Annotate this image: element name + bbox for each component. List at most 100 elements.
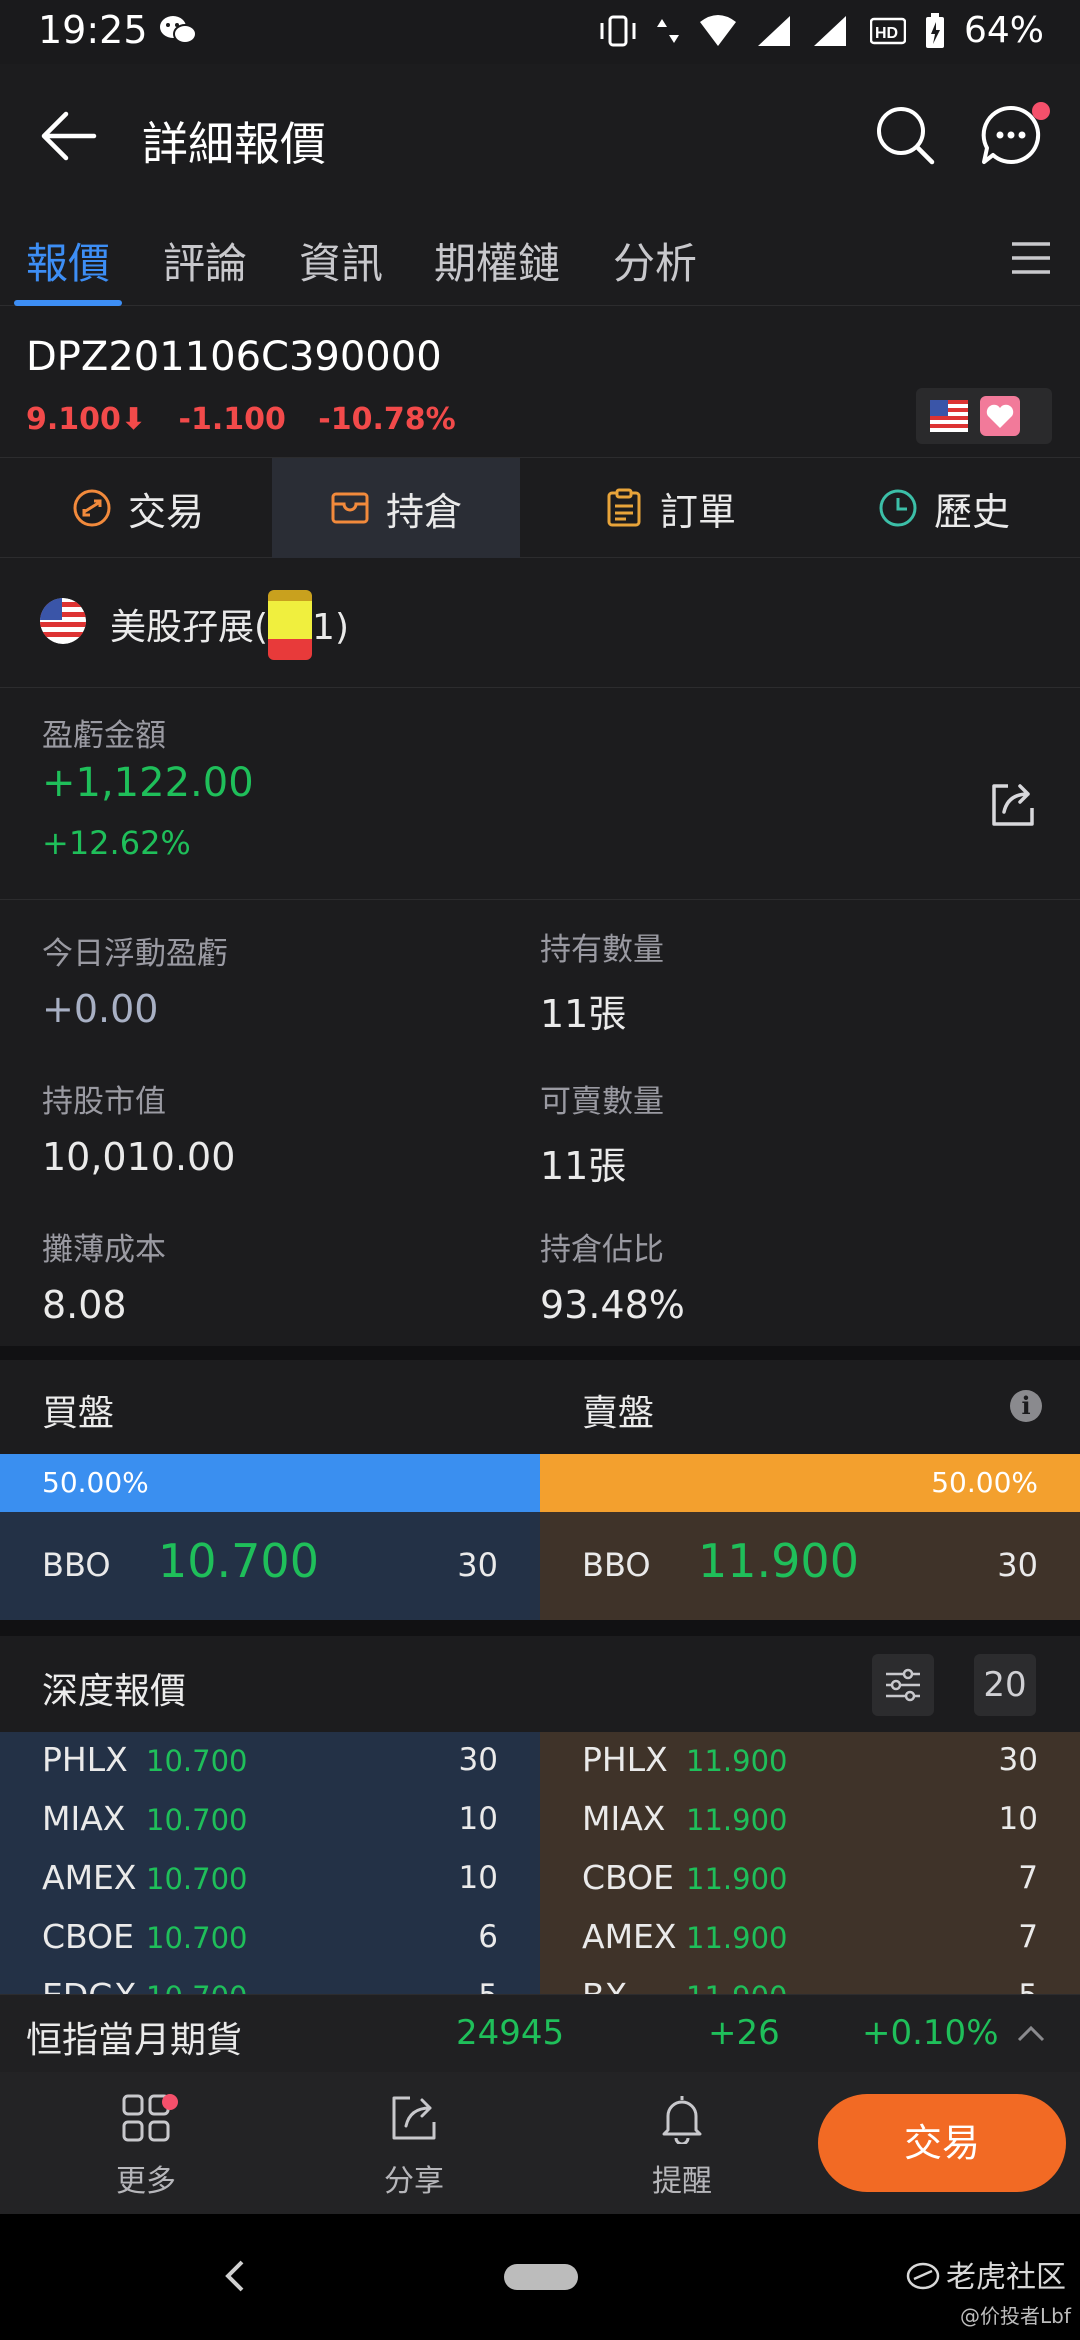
menu-icon[interactable] bbox=[1010, 238, 1052, 278]
clock-icon bbox=[879, 489, 917, 527]
depth-ask-row: PHLX 11.900 30 bbox=[540, 1732, 1080, 1791]
depth-size: 6 bbox=[478, 1919, 498, 1955]
watermark-user: @价投者Lbf bbox=[960, 2304, 1071, 2328]
depth-ask-row: BX 11.900 5 bbox=[540, 1968, 1080, 1994]
bbo-ask-size: 30 bbox=[997, 1546, 1038, 1584]
depth-bid-row: CBOE 10.700 6 bbox=[0, 1909, 540, 1968]
depth-bid-row: EDGX 10.700 5 bbox=[0, 1968, 540, 1994]
index-ticker[interactable]: 恒指當月期貨 24945 +26 +0.10% bbox=[0, 1994, 1080, 2072]
stat-label: 持股市值 bbox=[42, 1084, 166, 1120]
more-label: 更多 bbox=[116, 2164, 176, 2199]
info-icon[interactable]: i bbox=[1010, 1390, 1042, 1422]
stat-label: 今日浮動盈虧 bbox=[42, 936, 228, 972]
tiger-logo-icon bbox=[906, 2262, 940, 2290]
depth-size: 10 bbox=[458, 1860, 498, 1896]
position-stats: 今日浮動盈虧 +0.00 持有數量 11張 持股市值 10,010.00 可賣數… bbox=[0, 900, 1080, 1346]
price-row: 9.100⬇ -1.100 -10.78% bbox=[26, 402, 478, 437]
depth-size: 5 bbox=[1018, 1978, 1038, 1994]
us-flag-icon bbox=[930, 400, 968, 432]
stat-value: 93.48% bbox=[540, 1283, 685, 1327]
tab-comments[interactable]: 評論 bbox=[163, 230, 247, 291]
depth-price: 11.900 bbox=[686, 1803, 788, 1837]
depth-price: 10.700 bbox=[146, 1921, 248, 1955]
action-bar: 交易 持倉 訂單 歷史 bbox=[0, 458, 1080, 558]
stat-label: 持有數量 bbox=[540, 932, 664, 968]
last-price: 9.100 bbox=[26, 402, 121, 437]
depth-size: 7 bbox=[1018, 1919, 1038, 1955]
account-name-prefix: 美股孖展( bbox=[110, 607, 269, 648]
depth-filter-button[interactable] bbox=[872, 1654, 934, 1716]
bbo-bid-size: 30 bbox=[457, 1546, 498, 1584]
depth-bid-row: PHLX 10.700 30 bbox=[0, 1732, 540, 1791]
pnl-percent: +12.62% bbox=[42, 824, 191, 862]
stat-cost: 攤薄成本 8.08 bbox=[42, 1224, 166, 1327]
price-change-pct: -10.78% bbox=[318, 402, 456, 437]
ask-label: 賣盤 bbox=[582, 1393, 655, 1434]
position-action[interactable]: 持倉 bbox=[272, 458, 520, 558]
search-icon[interactable] bbox=[874, 104, 936, 166]
share-icon[interactable] bbox=[988, 780, 1036, 828]
tab-analysis[interactable]: 分析 bbox=[613, 230, 697, 291]
trade-button[interactable]: 交易 bbox=[818, 2094, 1066, 2192]
wifi-icon bbox=[699, 14, 736, 46]
trade-action-label: 交易 bbox=[128, 489, 205, 534]
orders-icon bbox=[607, 488, 641, 527]
pnl-section: 盈虧金額 +1,122.00 +12.62% bbox=[0, 688, 1080, 900]
stat-label: 攤薄成本 bbox=[42, 1232, 166, 1268]
tab-quote[interactable]: 報價 bbox=[26, 230, 110, 291]
home-pill[interactable] bbox=[504, 2264, 578, 2290]
depth-size: 7 bbox=[1018, 1860, 1038, 1896]
depth-exchange: AMEX bbox=[42, 1858, 137, 1897]
stat-ratio: 持倉佔比 93.48% bbox=[540, 1224, 685, 1327]
depth-size: 30 bbox=[998, 1742, 1038, 1778]
depth-exchange: BX bbox=[582, 1976, 627, 1994]
notification-dot bbox=[162, 2094, 178, 2110]
history-action[interactable]: 歷史 bbox=[878, 458, 1010, 558]
share-button[interactable]: 分享 bbox=[354, 2092, 474, 2200]
bbo-bid: BBO 10.700 30 bbox=[0, 1512, 540, 1620]
status-time: 19:25 bbox=[38, 8, 148, 52]
share-icon bbox=[392, 2096, 436, 2140]
tab-news[interactable]: 資訊 bbox=[299, 230, 383, 291]
stat-value: 11張 bbox=[540, 992, 627, 1036]
trade-icon bbox=[73, 489, 111, 527]
bbo-ask: BBO 11.900 30 bbox=[540, 1512, 1080, 1620]
depth-size: 10 bbox=[998, 1801, 1038, 1837]
section-divider bbox=[0, 1346, 1080, 1360]
more-button[interactable]: 更多 bbox=[86, 2092, 206, 2200]
watermark-brand-text: 老虎社区 bbox=[946, 2260, 1066, 2295]
pnl-amount: +1,122.00 bbox=[42, 760, 254, 806]
depth-price: 10.700 bbox=[146, 1980, 247, 1994]
depth-price: 11.900 bbox=[686, 1862, 788, 1896]
stat-label: 持倉佔比 bbox=[540, 1232, 664, 1268]
section-divider bbox=[0, 1620, 1080, 1636]
chevron-up-icon[interactable] bbox=[1016, 2023, 1046, 2043]
status-icons: HD 64% bbox=[598, 10, 1044, 51]
tab-bar: 報價 評論 資訊 期權鏈 分析 bbox=[0, 216, 1080, 306]
depth-bid-row: MIAX 10.700 10 bbox=[0, 1791, 540, 1850]
trade-action[interactable]: 交易 bbox=[72, 458, 204, 558]
watchlist-heart-icon[interactable] bbox=[980, 396, 1020, 436]
tab-option-chain[interactable]: 期權鏈 bbox=[434, 230, 560, 291]
system-back-icon[interactable] bbox=[222, 2258, 246, 2294]
down-arrow-icon: ⬇ bbox=[120, 402, 147, 437]
signal-icon bbox=[757, 15, 790, 46]
orders-action[interactable]: 訂單 bbox=[604, 458, 736, 558]
market-flags bbox=[916, 388, 1052, 444]
ticker-change-pct: +0.10% bbox=[862, 2013, 999, 2053]
ticker-name: 恒指當月期貨 bbox=[26, 2020, 243, 2061]
back-arrow-icon[interactable] bbox=[36, 104, 100, 168]
depth-price: 11.900 bbox=[686, 1980, 787, 1994]
depth-bid-column: PHLX 10.700 30 MIAX 10.700 10 AMEX 10.700 10 CBOE… bbox=[0, 1732, 540, 1994]
alert-button[interactable]: 提醒 bbox=[622, 2092, 742, 2200]
bbo-label: BBO bbox=[42, 1546, 111, 1584]
watermark-brand: 老虎社区 bbox=[906, 2252, 1066, 2296]
battery-icon bbox=[925, 12, 944, 48]
account-row[interactable]: 美股孖展(1) bbox=[0, 558, 1080, 688]
sliders-icon bbox=[886, 1668, 920, 1702]
status-bar: 19:25 HD 64% bbox=[0, 0, 1080, 64]
depth-levels-button[interactable]: 20 bbox=[974, 1654, 1036, 1716]
stat-value: 11張 bbox=[540, 1144, 627, 1188]
depth-bid-row: AMEX 10.700 10 bbox=[0, 1850, 540, 1909]
depth-exchange: CBOE bbox=[42, 1917, 134, 1956]
